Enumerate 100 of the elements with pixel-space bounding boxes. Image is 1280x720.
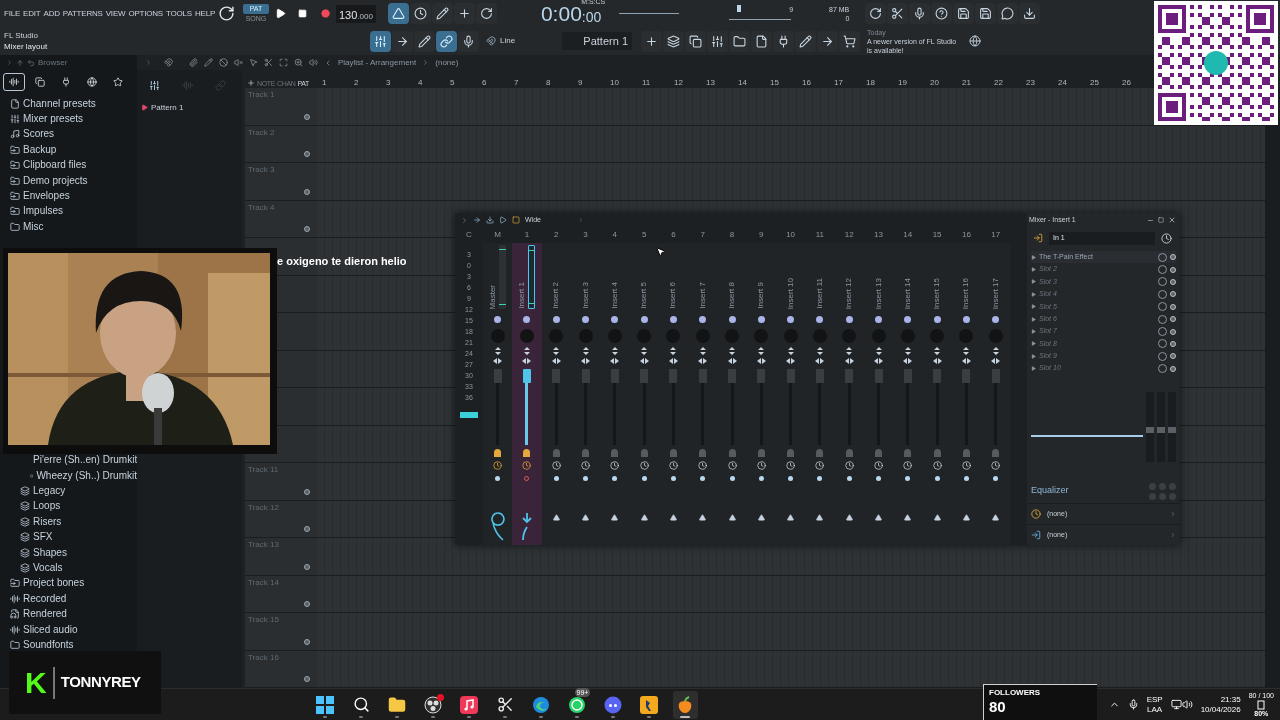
channel-name: Insert 13	[874, 277, 883, 309]
mixer-channel-strip[interactable]: Insert 7	[688, 243, 718, 545]
clock-date[interactable]: 10/04/2026	[1200, 704, 1241, 715]
browser-item[interactable]: Impulses	[23, 206, 63, 217]
bar-number: 3	[385, 79, 392, 87]
browser-item[interactable]: Recorded	[23, 593, 67, 604]
channel-name: Insert 14	[903, 277, 912, 309]
bar-number: 13	[705, 79, 716, 87]
channel-number: M	[493, 229, 502, 241]
bar-number: 10	[609, 79, 620, 87]
mixer-channel-strip[interactable]: Insert 16	[951, 243, 982, 545]
mixer-channel-strip[interactable]: Insert 12	[834, 243, 864, 545]
bar-number: 23	[1025, 79, 1036, 87]
mixer-channel-strip[interactable]: Insert 8	[717, 243, 747, 545]
browser-item[interactable]: Loops	[33, 501, 61, 512]
mixer-channel-strip[interactable]: Insert 9	[746, 243, 776, 545]
menu-item[interactable]: OPTIONS	[128, 7, 163, 20]
menu-item[interactable]: EDIT	[23, 7, 41, 20]
bar-number: 18	[865, 79, 876, 87]
bar-number: 15	[769, 79, 780, 87]
channel-number: 13	[873, 229, 884, 241]
menu-item[interactable]: HELP	[195, 7, 216, 20]
bar-number: 4	[417, 79, 424, 87]
channel-number: 15	[931, 229, 943, 241]
browser-item[interactable]: Shapes	[33, 547, 67, 558]
bar-number: 26	[1121, 79, 1132, 87]
channel-number: 1	[523, 229, 531, 241]
browser-title: Browser	[38, 56, 68, 69]
browser-item[interactable]: Risers	[33, 516, 62, 527]
menu-item[interactable]: TOOLS	[166, 7, 192, 20]
channel-number: 2	[553, 229, 560, 241]
bar-number: 8	[545, 79, 552, 87]
channel-name: Insert 16	[962, 277, 971, 309]
channel-number: 17	[990, 229, 1002, 241]
channel-number: 3	[582, 229, 589, 241]
channel-name: Insert 1	[518, 282, 527, 309]
equalizer-label: Equalizer	[1031, 484, 1070, 498]
mixer-channel-strip[interactable]: Insert 11	[805, 243, 835, 545]
browser-item[interactable]: Soundfonts	[23, 639, 74, 650]
menu-item[interactable]: PATTERNS	[62, 7, 103, 20]
browser-item[interactable]: Misc	[23, 221, 44, 232]
browser-item[interactable]: Scores	[23, 129, 55, 140]
followers-count: 80	[989, 698, 1007, 716]
mixer-channel-strip[interactable]: Insert 10	[775, 243, 806, 545]
channel-number: C	[466, 229, 472, 241]
channel-name: Insert 15	[933, 277, 942, 309]
keyboard-layout[interactable]: LAA	[1147, 704, 1163, 715]
clock-time[interactable]: 21:35	[1220, 694, 1241, 705]
browser-item[interactable]: Backup	[23, 144, 57, 155]
channel-name: Insert 5	[640, 282, 649, 309]
hint-title: FL Studio	[4, 30, 39, 41]
bar-number: 1	[321, 79, 328, 87]
channel-name: Insert 2	[552, 282, 561, 309]
browser-item[interactable]: Mixer presets	[23, 114, 83, 125]
bar-number: 14	[737, 79, 748, 87]
browser-item[interactable]: Pi'erre (Sh..en) Drumkit	[33, 455, 138, 466]
tempo-field[interactable]: 130.000	[336, 4, 376, 23]
mixer-channel-strip[interactable]: Insert 13	[863, 243, 894, 545]
mixer-channel-strip[interactable]: Insert 1	[512, 243, 542, 545]
bar-number: 24	[1057, 79, 1068, 87]
mixer-channel-strip[interactable]: Master	[483, 243, 513, 545]
bar-number: 7	[513, 79, 520, 87]
mixer-channel-strip[interactable]: Insert 5	[629, 243, 659, 545]
pattern-selector[interactable]: Pattern 1	[562, 32, 632, 50]
browser-item[interactable]: Sliced audio	[23, 624, 78, 635]
browser-item[interactable]: SFX	[33, 532, 53, 543]
channel-number: 8	[728, 229, 736, 241]
channel-number: 9	[758, 229, 765, 241]
channel-name: Insert 7	[698, 282, 707, 309]
mixer-channel-strip[interactable]: Insert 3	[570, 243, 601, 545]
browser-item[interactable]: Project bones	[23, 578, 85, 589]
mixer-channel-strip[interactable]: Insert 17	[981, 243, 1011, 545]
channel-name: Insert 12	[845, 277, 854, 309]
mixer-channel-strip[interactable]: Insert 14	[893, 243, 923, 545]
pattern-item[interactable]: Pattern 1	[151, 101, 184, 114]
browser-item[interactable]: Rendered	[23, 609, 67, 620]
mixer-channel-strip[interactable]: Insert 4	[600, 243, 630, 545]
snap-selector[interactable]: Line	[500, 35, 516, 47]
playlist-pattern-name[interactable]: (none)	[435, 56, 459, 69]
browser-item[interactable]: Vocals	[33, 562, 63, 573]
browser-item[interactable]: Wheezy (Sh..) Drumkit	[36, 470, 137, 481]
menu-item[interactable]: FILE	[4, 7, 21, 20]
browser-item[interactable]: Envelopes	[23, 191, 70, 202]
menu-item[interactable]: ADD	[43, 7, 60, 20]
menu-item[interactable]: VIEW	[105, 7, 126, 20]
browser-item[interactable]: Legacy	[33, 486, 66, 496]
followers-label: FOLLOWERS	[989, 688, 1042, 698]
browser-item[interactable]: Demo projects	[23, 175, 88, 186]
mixer-channel-strip[interactable]: Insert 2	[541, 243, 571, 545]
mixer-channel-strip[interactable]: Insert 15	[922, 243, 952, 545]
browser-item[interactable]: Channel presets	[23, 98, 96, 109]
mixer-channel-strip[interactable]: Insert 6	[658, 243, 689, 545]
channel-name: Insert 9	[757, 282, 766, 309]
language-indicator[interactable]: ESP	[1146, 694, 1163, 705]
bar-number: 6	[481, 79, 488, 87]
bar-number: 16	[801, 79, 812, 87]
channel-name: Insert 6	[669, 282, 678, 309]
bar-number: 5	[449, 79, 456, 87]
browser-item[interactable]: Clipboard files	[23, 160, 87, 171]
bar-number: 19	[897, 79, 908, 87]
